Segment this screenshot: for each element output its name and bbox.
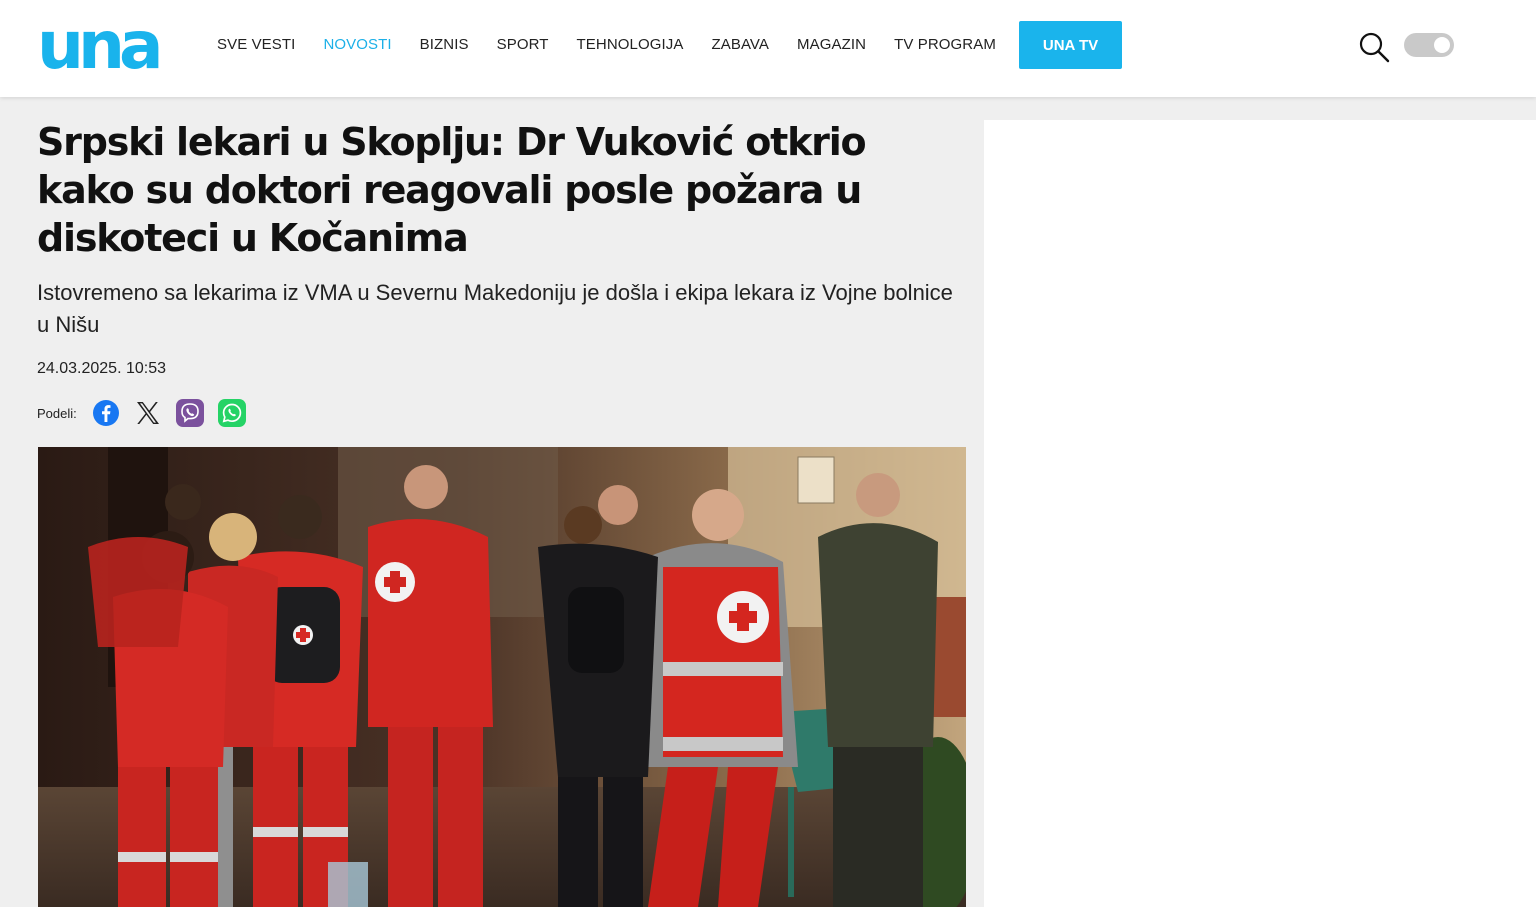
search-icon[interactable]: [1358, 31, 1390, 63]
hero-photo-illustration: [38, 447, 966, 907]
nav-item-biznis[interactable]: BIZNIS: [420, 36, 469, 53]
article-hero-image[interactable]: [38, 447, 966, 907]
theme-toggle[interactable]: [1404, 33, 1454, 57]
x-icon[interactable]: [133, 398, 163, 428]
main-nav: SVE VESTI NOVOSTI BIZNIS SPORT TEHNOLOGI…: [217, 36, 1024, 53]
viber-icon[interactable]: [175, 398, 205, 428]
nav-item-magazin[interactable]: MAGAZIN: [797, 36, 866, 53]
nav-item-sve-vesti[interactable]: SVE VESTI: [217, 36, 295, 53]
article-title: Srpski lekari u Skoplju: Dr Vuković otkr…: [37, 120, 867, 260]
nav-item-zabava[interactable]: ZABAVA: [711, 36, 769, 53]
nav-item-novosti[interactable]: NOVOSTI: [323, 36, 391, 53]
nav-item-tehnologija[interactable]: TEHNOLOGIJA: [577, 36, 684, 53]
nav-item-sport[interactable]: SPORT: [497, 36, 549, 53]
una-logo[interactable]: una: [37, 18, 163, 74]
whatsapp-icon[interactable]: [217, 398, 247, 428]
share-bar: Podeli:: [37, 398, 259, 428]
toggle-knob: [1434, 37, 1450, 53]
una-tv-button[interactable]: UNA TV: [1019, 21, 1122, 69]
nav-item-tv-program[interactable]: TV PROGRAM: [894, 36, 996, 53]
svg-text:una: una: [37, 18, 159, 74]
facebook-icon[interactable]: [91, 398, 121, 428]
article-date: 24.03.2025. 10:53: [37, 360, 167, 377]
site-header: una SVE VESTI NOVOSTI BIZNIS SPORT TEHNO…: [0, 0, 1536, 97]
share-label: Podeli:: [37, 405, 77, 421]
article-lead: Istovremeno sa lekarima iz VMA u Severnu…: [37, 280, 953, 337]
sidebar-ad-area: [984, 120, 1536, 907]
